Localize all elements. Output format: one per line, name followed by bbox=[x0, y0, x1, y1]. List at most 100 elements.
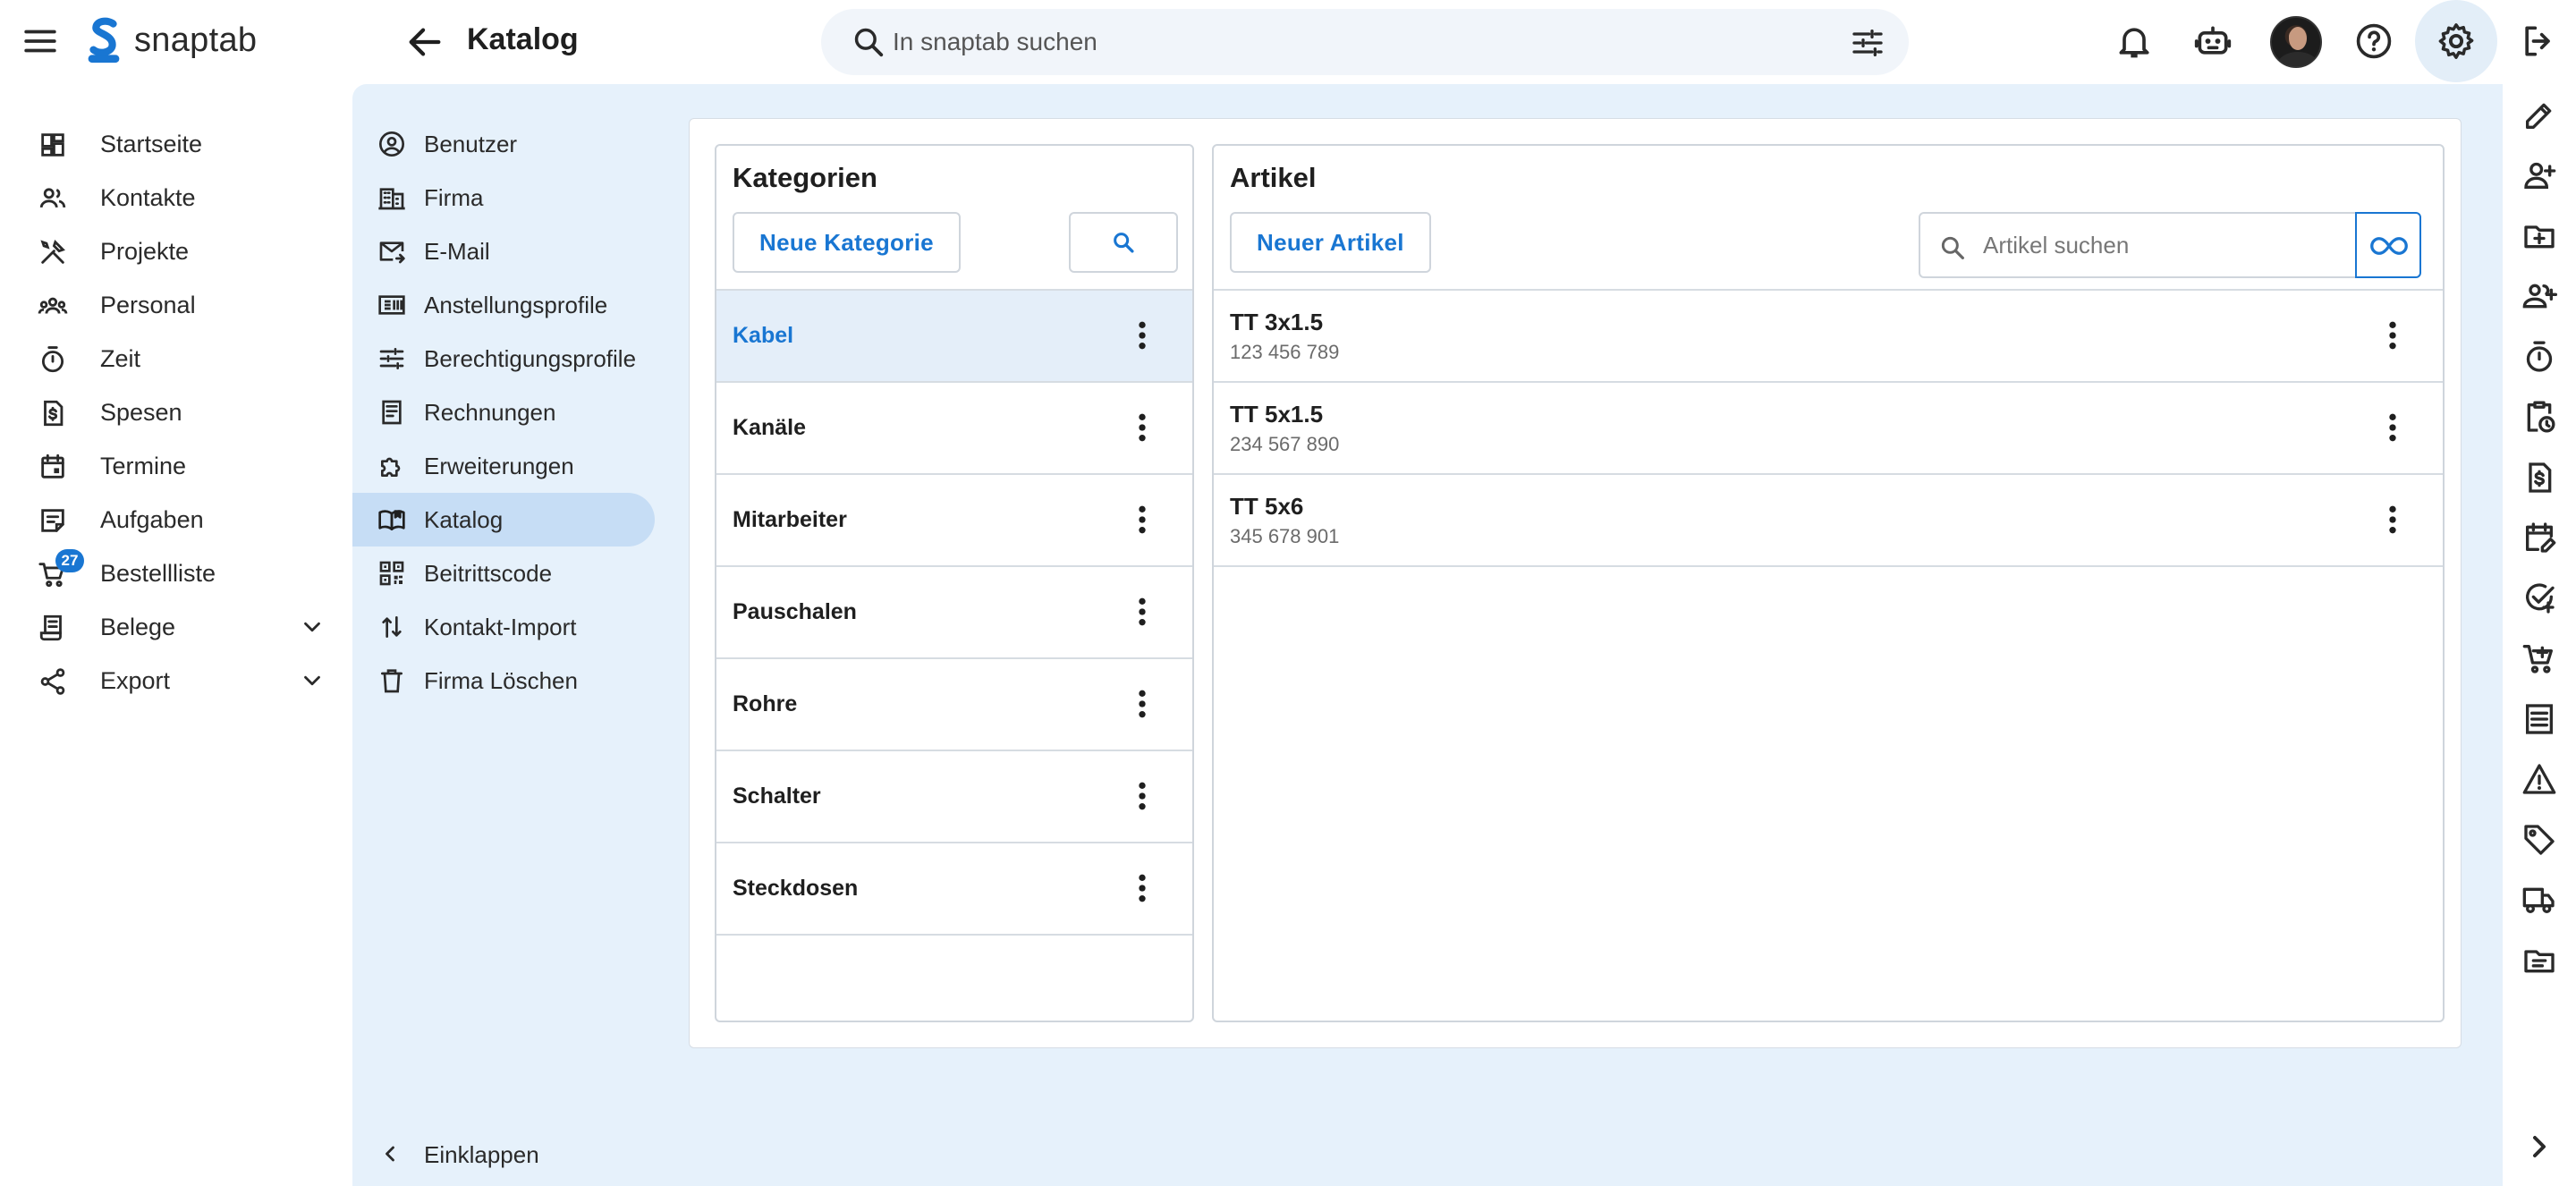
category-row-kanaele[interactable]: Kanäle bbox=[716, 381, 1192, 473]
chevron-down-icon[interactable] bbox=[299, 614, 326, 640]
settings-item-rechnungen[interactable]: Rechnungen bbox=[352, 385, 655, 439]
article-row[interactable]: TT 5x6 345 678 901 bbox=[1214, 473, 2443, 565]
more-vert-icon[interactable] bbox=[1124, 410, 1160, 445]
group-add-icon[interactable] bbox=[2521, 278, 2557, 314]
nav-item-label: Personal bbox=[100, 291, 196, 318]
menu-icon[interactable] bbox=[21, 22, 59, 60]
edit-icon[interactable] bbox=[2521, 97, 2557, 133]
list-doc-icon[interactable] bbox=[2521, 701, 2557, 737]
chevron-down-icon[interactable] bbox=[299, 667, 326, 694]
avatar[interactable] bbox=[2270, 16, 2322, 68]
settings-item-label: Firma bbox=[424, 184, 484, 211]
dashboard-icon bbox=[41, 133, 64, 157]
nav-item-belege[interactable]: Belege bbox=[0, 601, 351, 653]
filter-tune-icon[interactable] bbox=[1850, 25, 1885, 61]
show-all-toggle-button[interactable] bbox=[2355, 212, 2421, 278]
article-row[interactable]: TT 5x1.5 234 567 890 bbox=[1214, 381, 2443, 473]
more-vert-icon[interactable] bbox=[1124, 778, 1160, 814]
brand[interactable]: snaptab bbox=[86, 16, 257, 64]
settings-item-firma[interactable]: Firma bbox=[352, 171, 655, 224]
settings-item-beitrittscode[interactable]: Beitrittscode bbox=[352, 546, 655, 600]
truck-icon[interactable] bbox=[2521, 882, 2557, 918]
category-row-kabel[interactable]: Kabel bbox=[716, 289, 1192, 381]
settings-item-label: Rechnungen bbox=[424, 399, 556, 426]
infinity-icon bbox=[2370, 237, 2408, 255]
category-row-rohre[interactable]: Rohre bbox=[716, 657, 1192, 750]
settings-item-label: Berechtigungsprofile bbox=[424, 345, 637, 372]
settings-item-email[interactable]: E-Mail bbox=[352, 224, 655, 278]
more-vert-icon[interactable] bbox=[1124, 594, 1160, 630]
bell-icon[interactable] bbox=[2114, 21, 2154, 61]
trash-icon bbox=[381, 669, 402, 693]
help-icon[interactable] bbox=[2354, 21, 2394, 61]
more-vert-icon[interactable] bbox=[1124, 686, 1160, 722]
person-add-icon[interactable] bbox=[2521, 157, 2557, 193]
collapse-button[interactable]: Einklappen bbox=[352, 1127, 655, 1181]
article-row[interactable]: TT 3x1.5 123 456 789 bbox=[1214, 289, 2443, 381]
category-row-mitarbeiter[interactable]: Mitarbeiter bbox=[716, 473, 1192, 565]
settings-button[interactable] bbox=[2415, 0, 2497, 82]
article-search[interactable] bbox=[1919, 212, 2357, 278]
task-check-icon[interactable] bbox=[2521, 580, 2557, 616]
nav-item-bestellliste[interactable]: 27 Bestellliste bbox=[0, 547, 351, 599]
calendar-edit-icon[interactable] bbox=[2521, 520, 2557, 555]
settings-item-erweiterungen[interactable]: Erweiterungen bbox=[352, 439, 655, 493]
article-search-input[interactable] bbox=[1983, 214, 2341, 276]
more-vert-icon[interactable] bbox=[2375, 410, 2411, 445]
settings-item-berechtigungsprofile[interactable]: Berechtigungsprofile bbox=[352, 332, 655, 385]
robot-icon[interactable] bbox=[2193, 21, 2233, 61]
folder-doc-icon[interactable] bbox=[2521, 943, 2557, 978]
settings-item-label: Katalog bbox=[424, 506, 504, 533]
more-vert-icon[interactable] bbox=[1124, 870, 1160, 906]
nav-item-spesen[interactable]: Spesen bbox=[0, 386, 351, 438]
category-label: Pauschalen bbox=[733, 599, 857, 624]
category-row-steckdosen[interactable]: Steckdosen bbox=[716, 842, 1192, 934]
nav-item-export[interactable]: Export bbox=[0, 655, 351, 707]
nav-item-aufgaben[interactable]: Aufgaben bbox=[0, 494, 351, 546]
category-label: Mitarbeiter bbox=[733, 507, 847, 532]
settings-item-benutzer[interactable]: Benutzer bbox=[352, 117, 655, 171]
receipt-dollar-icon[interactable] bbox=[2521, 460, 2557, 496]
nav-item-kontakte[interactable]: Kontakte bbox=[0, 172, 351, 224]
calendar-icon bbox=[41, 453, 64, 479]
settings-item-anstellungsprofile[interactable]: Anstellungsprofile bbox=[352, 278, 655, 332]
cart-add-icon[interactable] bbox=[2521, 640, 2557, 676]
collapse-label: Einklappen bbox=[424, 1141, 539, 1168]
more-vert-icon[interactable] bbox=[1124, 502, 1160, 538]
nav-item-termine[interactable]: Termine bbox=[0, 440, 351, 492]
top-bar: snaptab Katalog bbox=[0, 0, 2576, 84]
new-category-button[interactable]: Neue Kategorie bbox=[733, 212, 961, 273]
settings-area: Benutzer Firma E-Mail Anstellungsprofile… bbox=[352, 84, 2503, 1186]
back-arrow-icon[interactable] bbox=[404, 21, 445, 63]
nav-item-startseite[interactable]: Startseite bbox=[0, 118, 351, 170]
search-icon bbox=[854, 28, 884, 57]
new-article-button[interactable]: Neuer Artikel bbox=[1230, 212, 1431, 273]
timer-icon bbox=[41, 346, 64, 373]
settings-item-kontakt-import[interactable]: Kontakt-Import bbox=[352, 600, 655, 654]
nav-item-personal[interactable]: Personal bbox=[0, 279, 351, 331]
settings-item-firma-loeschen[interactable]: Firma Löschen bbox=[352, 654, 655, 707]
chevron-left-icon bbox=[386, 1146, 394, 1162]
more-vert-icon[interactable] bbox=[2375, 502, 2411, 538]
folder-add-icon[interactable] bbox=[2521, 218, 2557, 254]
article-code: 234 567 890 bbox=[1230, 433, 1340, 455]
chevron-right-icon[interactable] bbox=[2521, 1129, 2557, 1165]
category-row-pauschalen[interactable]: Pauschalen bbox=[716, 565, 1192, 657]
more-vert-icon[interactable] bbox=[1124, 318, 1160, 353]
business-icon bbox=[378, 188, 405, 210]
clipboard-clock-icon[interactable] bbox=[2521, 399, 2557, 435]
nav-item-zeit[interactable]: Zeit bbox=[0, 333, 351, 385]
nav-item-label: Termine bbox=[100, 452, 187, 479]
category-search-button[interactable] bbox=[1069, 212, 1178, 273]
warning-icon[interactable] bbox=[2521, 761, 2557, 797]
global-search-input[interactable] bbox=[893, 9, 1751, 75]
category-row-schalter[interactable]: Schalter bbox=[716, 750, 1192, 842]
category-label: Steckdosen bbox=[733, 876, 859, 901]
logout-icon[interactable] bbox=[2519, 21, 2558, 61]
settings-item-katalog[interactable]: Katalog bbox=[352, 493, 655, 546]
tag-icon[interactable] bbox=[2521, 822, 2557, 858]
more-vert-icon[interactable] bbox=[2375, 318, 2411, 353]
timer-icon[interactable] bbox=[2521, 339, 2557, 375]
global-search[interactable] bbox=[821, 9, 1909, 75]
nav-item-projekte[interactable]: Projekte bbox=[0, 225, 351, 277]
